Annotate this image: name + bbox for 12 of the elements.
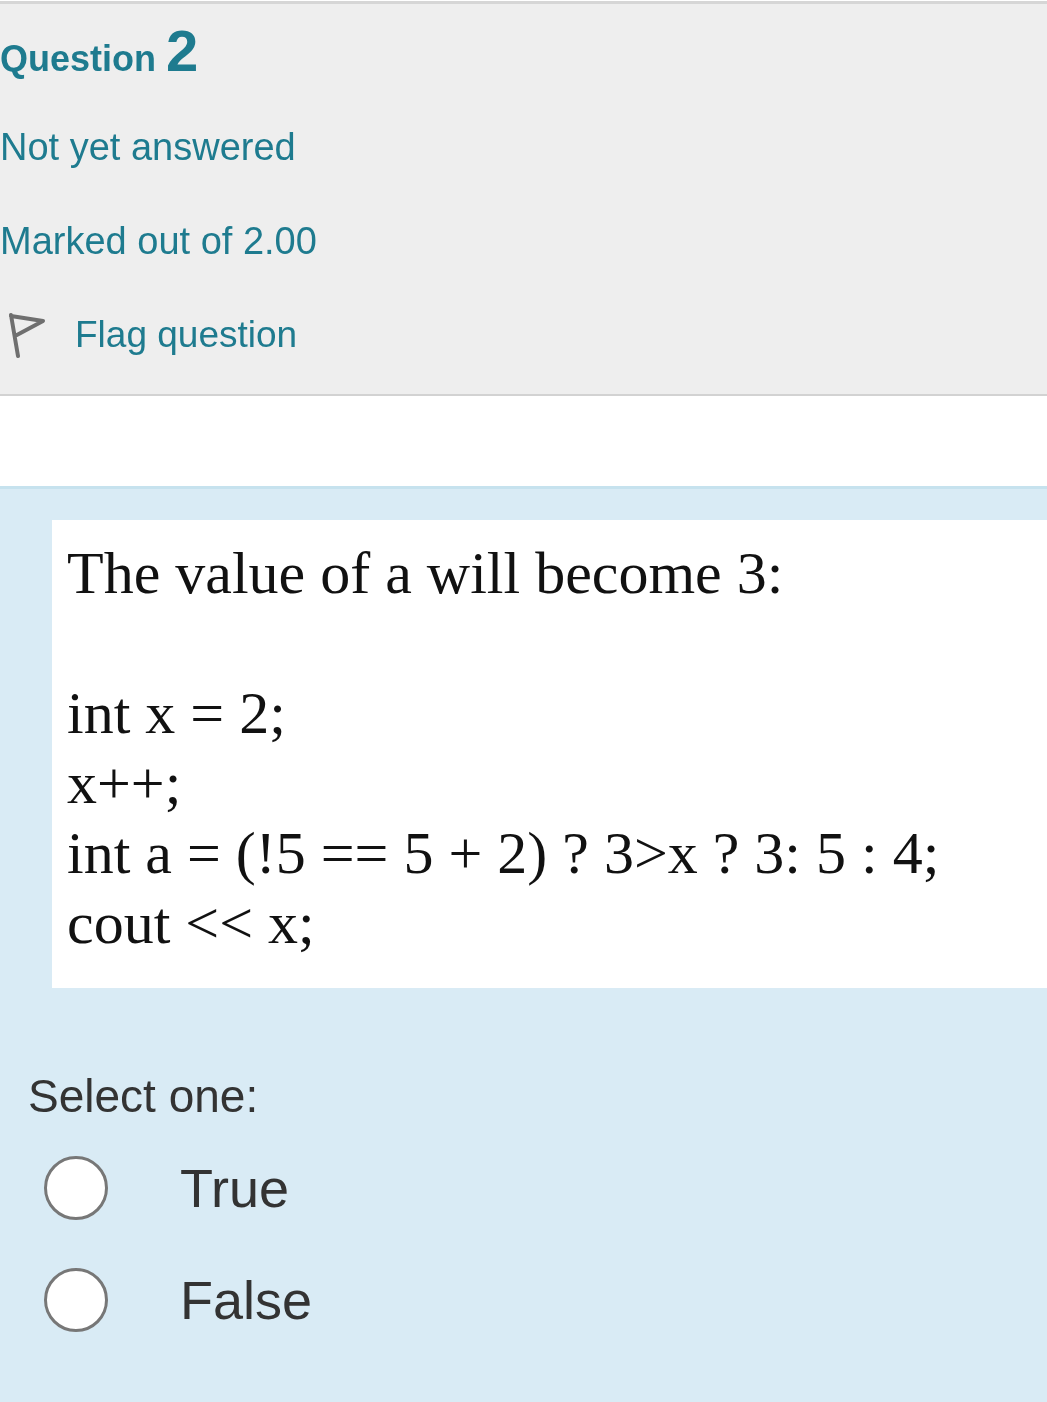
question-title: Question 2 xyxy=(0,18,200,85)
question-marks: Marked out of 2.00 xyxy=(0,219,318,264)
option-label[interactable]: False xyxy=(180,1268,313,1332)
code-line: x++; xyxy=(67,749,183,818)
code-line: int a = (!5 == 5 + 2) ? 3>x ? 3: 5 : 4; xyxy=(67,819,941,888)
flag-question-link[interactable]: Flag question xyxy=(0,310,298,360)
question-status: Not yet answered xyxy=(0,125,297,170)
code-line: int x = 2; xyxy=(67,679,287,748)
option-label[interactable]: True xyxy=(180,1156,290,1220)
code-line: cout << x; xyxy=(67,889,316,958)
question-text: The value of a will become 3: xyxy=(67,539,785,608)
select-prompt: Select one: xyxy=(28,1069,260,1124)
